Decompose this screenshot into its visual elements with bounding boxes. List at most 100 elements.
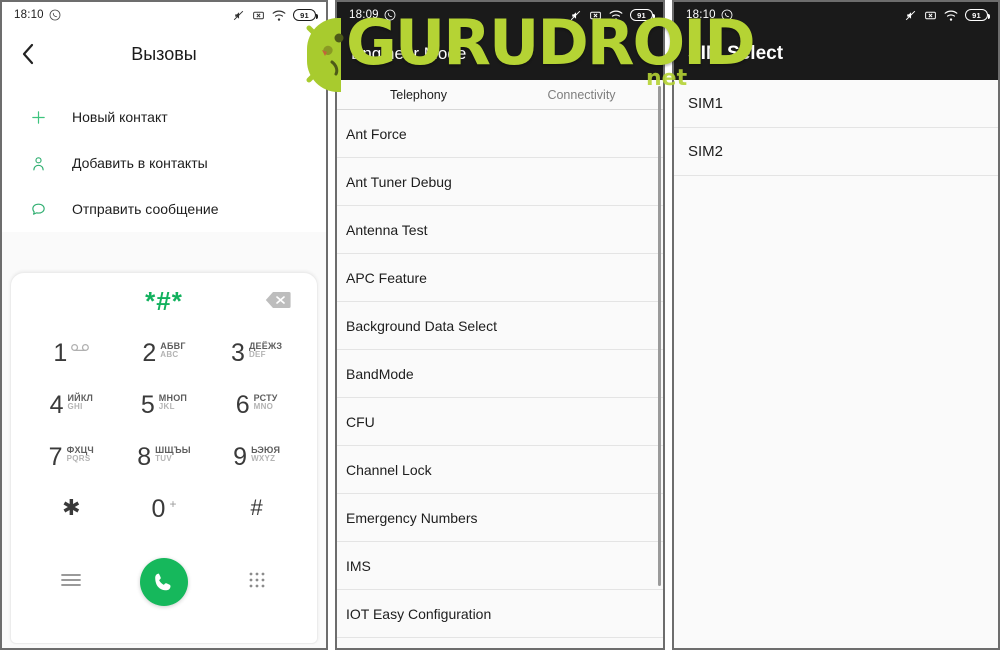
- action-label: Отправить сообщение: [72, 201, 219, 217]
- key-digit: 0: [151, 495, 166, 523]
- battery-indicator: 91: [630, 9, 655, 21]
- list-item[interactable]: Antenna Test: [337, 206, 663, 254]
- key-6[interactable]: 6 РСТУ MNO: [210, 387, 303, 439]
- wifi-icon: [272, 9, 286, 22]
- key-digit: 4: [49, 391, 64, 419]
- screen-record-icon: [252, 9, 265, 22]
- phone-panel-engineer-mode: 18:09 91 Engineer Mode Telephony Connect…: [335, 0, 665, 650]
- key-digit: 2: [142, 339, 157, 367]
- key-hash[interactable]: #: [210, 491, 303, 543]
- list-item[interactable]: Background Data Select: [337, 302, 663, 350]
- list-item[interactable]: Channel Lock: [337, 446, 663, 494]
- key-letters-latin: MNO: [253, 402, 274, 412]
- sim-list: SIM1 SIM2: [674, 80, 998, 176]
- list-item[interactable]: IMS: [337, 542, 663, 590]
- mute-icon: [569, 9, 582, 22]
- phone-panel-dialer: 18:10 91 Вызовы Новый контакт Добавить в…: [0, 0, 328, 650]
- key-digit: 6: [235, 391, 250, 419]
- call-button[interactable]: [118, 558, 211, 606]
- keypad-icon: [248, 571, 266, 594]
- sim-select-appbar: SIM Select: [674, 28, 998, 80]
- battery-indicator: 91: [293, 9, 318, 21]
- key-letters-latin: JKL: [158, 402, 175, 412]
- person-icon: [28, 155, 48, 172]
- tab-connectivity[interactable]: Connectivity: [500, 88, 663, 102]
- screen-record-icon: [589, 9, 602, 22]
- page-title: SIM Select: [688, 43, 784, 64]
- backspace-icon[interactable]: [265, 291, 291, 314]
- key-9[interactable]: 9 ЬЭЮЯ WXYZ: [210, 439, 303, 491]
- key-star[interactable]: ✱: [25, 491, 118, 543]
- scrollbar-thumb[interactable]: [658, 86, 661, 586]
- dialer-action-list: Новый контакт Добавить в контакты Отправ…: [2, 80, 326, 232]
- key-letters-latin: TUV: [155, 454, 173, 464]
- mute-icon: [232, 9, 245, 22]
- key-digit: 1: [53, 339, 68, 367]
- key-plus: +: [169, 497, 177, 511]
- phone-panel-sim-select: 18:10 91 SIM Select SIM1 SIM2: [672, 0, 1000, 650]
- key-2[interactable]: 2 АБВГ ABC: [118, 335, 211, 387]
- key-7[interactable]: 7 ФХЦЧ PQRS: [25, 439, 118, 491]
- key-digit: #: [250, 495, 263, 520]
- key-letters-latin: PQRS: [66, 454, 91, 464]
- plus-icon: [28, 109, 48, 126]
- key-8[interactable]: 8 ШЩЪЫ TUV: [118, 439, 211, 491]
- list-item-partial[interactable]: [337, 638, 663, 648]
- key-digit: 8: [137, 443, 152, 471]
- screen-record-icon: [924, 9, 937, 22]
- action-new-contact[interactable]: Новый контакт: [2, 94, 326, 140]
- action-label: Новый контакт: [72, 109, 168, 125]
- key-1[interactable]: 1: [25, 335, 118, 387]
- back-button[interactable]: [2, 28, 54, 80]
- engineer-mode-appbar: Engineer Mode: [337, 28, 663, 80]
- list-item[interactable]: Emergency Numbers: [337, 494, 663, 542]
- key-digit: 5: [140, 391, 155, 419]
- dialpad-sheet: *#* 1 2 АБВГ ABC 3 ДЕЁЖЗ DEF 4 ИЙКЛ GHI …: [10, 272, 318, 644]
- battery-indicator: 91: [965, 9, 990, 21]
- list-item-sim1[interactable]: SIM1: [674, 80, 998, 128]
- tab-telephony[interactable]: Telephony: [337, 88, 500, 102]
- whatsapp-icon: [721, 9, 733, 21]
- voicemail-icon: [71, 341, 90, 355]
- page-title: Engineer Mode: [351, 44, 467, 63]
- status-time: 18:10: [14, 9, 44, 21]
- whatsapp-icon: [49, 9, 61, 21]
- screenshot-stage: 18:10 91 Вызовы Новый контакт Добавить в…: [0, 0, 1000, 650]
- status-bar-left: 18:10 91: [2, 2, 326, 28]
- key-letters-latin: WXYZ: [251, 454, 276, 464]
- status-time: 18:09: [349, 9, 379, 21]
- sim-list-empty-area: [674, 176, 998, 648]
- dialpad-bottom-bar: [11, 543, 317, 621]
- engineer-mode-tabs: Telephony Connectivity: [337, 80, 663, 110]
- wifi-icon: [609, 9, 623, 22]
- list-item[interactable]: IOT Easy Configuration: [337, 590, 663, 638]
- key-letters-latin: ABC: [160, 350, 179, 360]
- status-bar-right: 18:10 91: [674, 2, 998, 28]
- key-digit: 7: [48, 443, 63, 471]
- keypad-toggle-button[interactable]: [210, 571, 303, 594]
- wifi-icon: [944, 9, 958, 22]
- key-3[interactable]: 3 ДЕЁЖЗ DEF: [210, 335, 303, 387]
- message-icon: [28, 201, 48, 218]
- list-item-sim2[interactable]: SIM2: [674, 128, 998, 176]
- list-item[interactable]: CFU: [337, 398, 663, 446]
- list-item[interactable]: APC Feature: [337, 254, 663, 302]
- key-5[interactable]: 5 МНОП JKL: [118, 387, 211, 439]
- menu-button[interactable]: [25, 572, 118, 593]
- list-item[interactable]: BandMode: [337, 350, 663, 398]
- action-add-to-contacts[interactable]: Добавить в контакты: [2, 140, 326, 186]
- key-digit: ✱: [62, 495, 81, 520]
- status-time: 18:10: [686, 9, 716, 21]
- dial-display: *#*: [11, 273, 317, 329]
- list-item[interactable]: Ant Tuner Debug: [337, 158, 663, 206]
- mute-icon: [904, 9, 917, 22]
- dialpad-keys: 1 2 АБВГ ABC 3 ДЕЁЖЗ DEF 4 ИЙКЛ GHI 5 МН…: [11, 329, 317, 543]
- key-4[interactable]: 4 ИЙКЛ GHI: [25, 387, 118, 439]
- list-item[interactable]: Ant Force: [337, 110, 663, 158]
- action-send-message[interactable]: Отправить сообщение: [2, 186, 326, 232]
- status-bar-mid: 18:09 91: [337, 2, 663, 28]
- menu-icon: [60, 572, 82, 593]
- action-label: Добавить в контакты: [72, 155, 208, 171]
- key-letters-latin: DEF: [248, 350, 266, 360]
- key-0[interactable]: 0 +: [118, 491, 211, 543]
